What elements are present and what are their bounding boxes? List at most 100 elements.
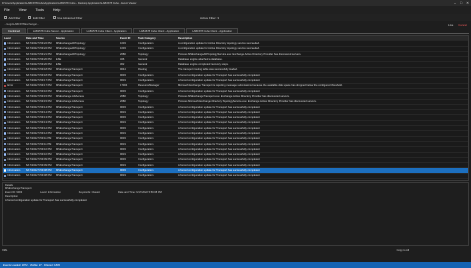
tab-client-application-1[interactable]: LAB1578 Cube Client - Application: [80, 28, 133, 33]
cell-level-text: Information: [7, 94, 21, 98]
cell-source: MSExchangeTransport: [56, 163, 83, 167]
cell-level-text: Information: [7, 142, 21, 146]
detail-source: MSExchangeTransport: [5, 187, 32, 190]
cancel-button[interactable]: Cancel: [458, 23, 467, 27]
cell-date: 6/17/2022 5:59:07 PM: [26, 180, 56, 181]
cell-level: Information: [3, 68, 26, 71]
cell-event-id: 9003: [120, 137, 126, 141]
col-description-header[interactable]: Description: [178, 37, 468, 40]
col-date-header[interactable]: Date and Time: [26, 37, 56, 40]
menu-view[interactable]: View: [19, 8, 27, 12]
cell-level: Information: [3, 58, 26, 61]
cell-level-text: Information: [7, 47, 21, 51]
cell-source: MSExchangeTransport: [56, 116, 83, 120]
xml-button[interactable]: XML: [2, 249, 397, 252]
minimize-button[interactable]: –: [454, 1, 456, 5]
cell-level-text: Information: [7, 131, 21, 135]
cell-event-id: 1003: [120, 47, 126, 51]
cell-event-id: 2080: [120, 94, 126, 98]
cell-source: MSExchange ADAccess: [56, 100, 84, 104]
cell-event-id: 9019: [120, 174, 126, 178]
add-filter-button[interactable]: Add Filter: [4, 16, 20, 20]
cell-date: 6/17/2022 5:59:14 PM: [26, 110, 52, 114]
cell-description: A forced configuration update for Transp…: [178, 110, 261, 114]
info-icon: [4, 100, 7, 103]
cell-date: 6/17/2022 5:59:08 PM: [26, 174, 52, 178]
tab-combined[interactable]: Combined: [2, 28, 26, 33]
info-icon: [4, 116, 7, 119]
cell-category: Configuration: [138, 41, 154, 45]
col-level-header[interactable]: Level: [3, 37, 26, 40]
cell-level: Information: [3, 100, 26, 103]
cell-event-id: 302: [120, 63, 125, 67]
col-source-header[interactable]: Source: [56, 37, 120, 40]
cell-category: General: [138, 63, 148, 67]
cell-event-id: 9003: [120, 89, 126, 93]
cell-description: A forced configuration update for Transp…: [178, 137, 261, 141]
cell-level-text: Information: [7, 158, 21, 162]
close-button[interactable]: ✕: [466, 1, 469, 5]
cell-category: Configuration: [138, 153, 154, 157]
cell-event-id: 9019: [120, 163, 126, 167]
cell-category: Configuration: [138, 147, 154, 151]
copy-to-all-button[interactable]: Copy to All: [397, 249, 409, 252]
cell-event-id: 326: [120, 57, 125, 61]
cell-event-id: 9019: [120, 153, 126, 157]
cell-description: A forced configuration update for Transp…: [178, 131, 261, 135]
info-icon: [4, 142, 7, 146]
cell-source: MSExchange ADAccess: [56, 94, 84, 98]
cell-source: MSExchangeTransport: [56, 89, 83, 93]
tab-client-application-2[interactable]: LAB1578 Cube Client - Application: [133, 28, 186, 33]
cell-level-text: Information: [7, 174, 21, 178]
cell-level: Information: [3, 106, 26, 109]
cell-source: MSExchangeTransport: [56, 153, 83, 157]
event-grid[interactable]: Level Date and Time Source Event ID Task…: [2, 35, 469, 181]
menu-file[interactable]: File: [4, 8, 10, 12]
cell-description: Database engine attached a database.: [178, 57, 223, 61]
cell-source: MSExchangeTransport: [56, 142, 83, 146]
info-icon: [4, 169, 7, 172]
cell-category: Configuration: [138, 121, 154, 125]
live-toggle[interactable]: Live: [448, 23, 453, 27]
cell-category: Configuration: [138, 142, 154, 146]
cell-source: MSExchangeTransport: [56, 137, 83, 141]
log-tabs: Combined LAB1578 Cube Server - Applicati…: [2, 28, 469, 34]
cell-source: ESE: [56, 57, 62, 61]
table-row[interactable]: Information 6/17/2022 5:59:07 PMMSExchang…: [3, 179, 468, 181]
cell-level-text: Information: [7, 68, 21, 72]
cell-description: Database engine completed recovery steps…: [178, 63, 229, 67]
cell-event-id: 9003: [120, 169, 126, 173]
cell-level-text: Information: [7, 116, 21, 120]
cell-level: Information: [3, 53, 26, 56]
maximize-button[interactable]: □: [460, 1, 462, 5]
info-icon: [4, 68, 7, 72]
cell-description: A forced configuration update for Transp…: [178, 174, 261, 178]
col-event-id-header[interactable]: Event ID: [120, 37, 138, 40]
cell-event-id: 9019: [120, 131, 126, 135]
menu-help[interactable]: Help: [53, 8, 60, 12]
cell-description: A configuration update for Active Direct…: [178, 47, 260, 51]
log-path: ...\Logs\LAB1578\Exchange\...: [4, 23, 40, 26]
cell-description: Process Microsoft.Exchange.Directory.Top…: [178, 100, 317, 104]
edit-filter-icon: [28, 16, 32, 19]
cell-date: 6/17/2022 5:59:12 PM: [26, 126, 52, 130]
cell-category: Topology: [138, 52, 149, 56]
active-filter-label: Active Filter: 3: [200, 15, 220, 20]
cell-description: A forced configuration update for Transp…: [178, 89, 261, 93]
tab-server-application[interactable]: LAB1578 Cube Server - Application: [26, 28, 80, 33]
cell-date: 6/17/2022 5:59:13 PM: [26, 121, 52, 125]
cell-source: MSExchangeADTopology: [56, 47, 86, 51]
menu-tools[interactable]: Tools: [36, 8, 44, 12]
cell-source: MSExchangeTransport: [56, 110, 83, 114]
cell-level-text: Information: [7, 121, 21, 125]
tab-client-application-3[interactable]: LAB1578 Cube Client - Application: [186, 28, 239, 33]
edit-filter-button[interactable]: Edit Filter: [28, 16, 45, 20]
advanced-filter-checkbox[interactable]: Use Advanced Filter: [52, 16, 82, 20]
cell-category: Topology: [138, 100, 149, 104]
col-category-header[interactable]: Task Category: [138, 37, 178, 40]
status-bar: Events Loaded: 1872 · Visible: 27 · Filt…: [0, 262, 471, 268]
cell-level-text: Information: [7, 169, 21, 173]
window-title: D:\Users\Application\LAB1578\Cube\Applic…: [2, 1, 137, 5]
info-icon: [4, 79, 7, 82]
cell-date: 6/17/2022 5:59:18 PM: [26, 68, 52, 72]
